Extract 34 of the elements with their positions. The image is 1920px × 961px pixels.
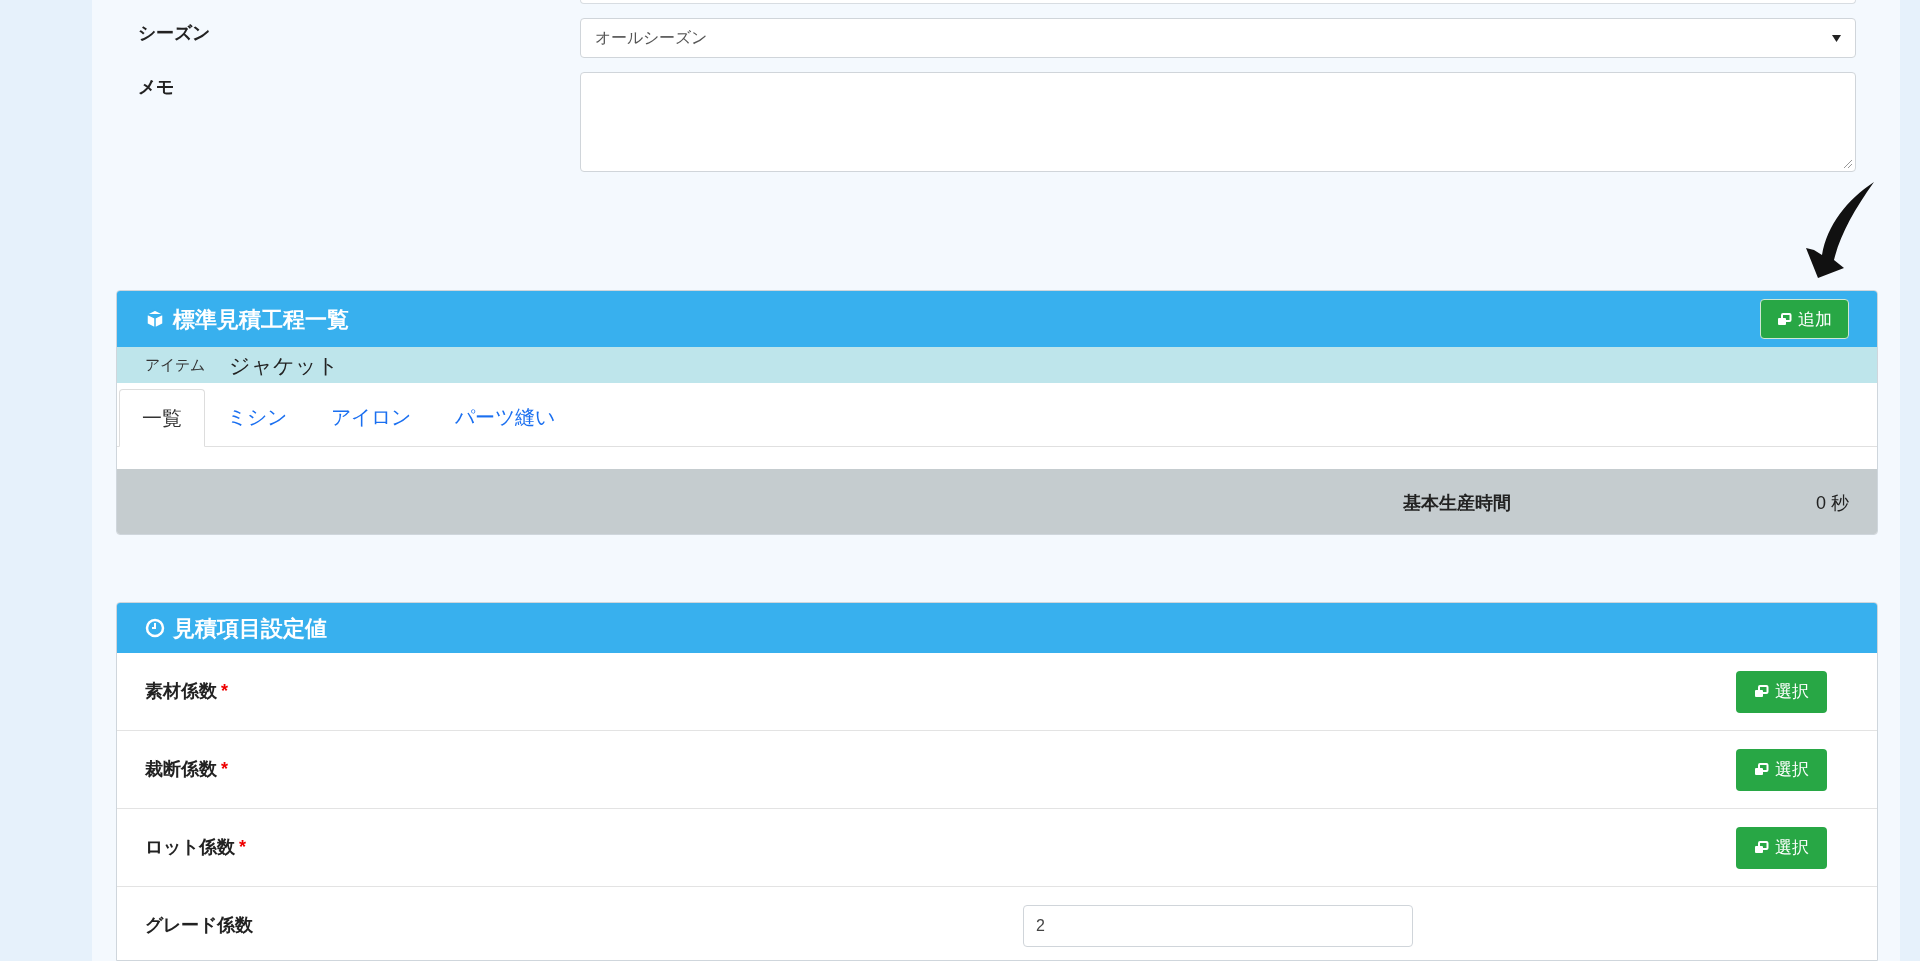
summary-value: 0 秒 bbox=[1816, 491, 1849, 515]
tab[interactable]: アイロン bbox=[309, 388, 433, 447]
required-mark: * bbox=[239, 836, 246, 859]
memo-field[interactable] bbox=[580, 72, 1856, 172]
setting-label: ロット係数 bbox=[145, 836, 235, 859]
required-mark: * bbox=[221, 680, 228, 703]
season-select[interactable]: オールシーズン bbox=[580, 18, 1856, 58]
field-label: シーズン bbox=[138, 22, 211, 45]
setting-label: グレード係数 bbox=[145, 914, 253, 937]
windows-icon bbox=[1754, 685, 1769, 698]
windows-icon bbox=[1777, 312, 1792, 326]
field-label: メモ bbox=[138, 76, 175, 99]
tab[interactable]: 一覧 bbox=[119, 389, 205, 448]
item-value: ジャケット bbox=[229, 352, 339, 379]
add-button[interactable]: 追加 bbox=[1760, 299, 1849, 340]
select-button[interactable]: 選択 bbox=[1736, 826, 1827, 869]
clock-icon bbox=[145, 618, 165, 638]
cube-icon bbox=[145, 309, 165, 330]
setting-label: 裁断係数 bbox=[145, 758, 217, 781]
panel-title: 見積項目設定値 bbox=[173, 614, 327, 643]
summary-label: 基本生産時間 bbox=[1403, 491, 1511, 515]
tab[interactable]: ミシン bbox=[205, 388, 309, 447]
caret-icon bbox=[1832, 34, 1841, 42]
required-mark: * bbox=[221, 758, 228, 781]
input-field[interactable]: 2 bbox=[1023, 904, 1413, 947]
select-button[interactable]: 選択 bbox=[1736, 748, 1827, 791]
select-button[interactable]: 選択 bbox=[1736, 670, 1827, 713]
tab[interactable]: パーツ縫い bbox=[433, 388, 577, 447]
item-label: アイテム bbox=[145, 355, 205, 376]
windows-icon bbox=[1754, 763, 1769, 776]
setting-label: 素材係数 bbox=[145, 680, 217, 703]
panel-title: 標準見積工程一覧 bbox=[173, 305, 350, 334]
resize-handle-icon bbox=[1843, 159, 1853, 169]
windows-icon bbox=[1754, 841, 1769, 854]
